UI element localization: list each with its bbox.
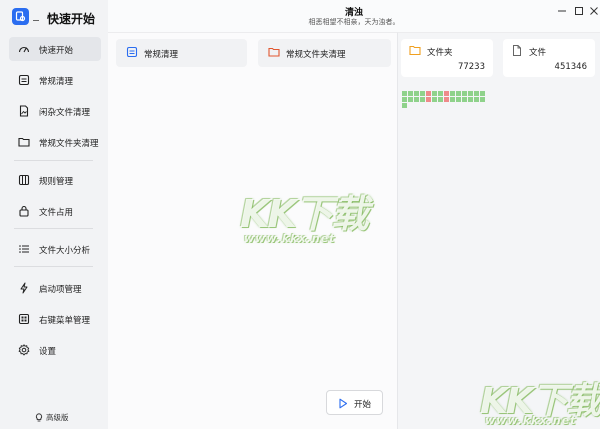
folder-icon (268, 47, 280, 57)
progress-cell (414, 91, 419, 96)
task-card-label: 常规清理 (144, 50, 179, 60)
progress-cell (468, 91, 473, 96)
watermark-url-corner: www.kkx.net (485, 414, 577, 427)
play-icon (339, 398, 348, 409)
close-icon[interactable] (588, 5, 600, 17)
progress-cell (414, 97, 419, 102)
sidebar-item-quick-start[interactable]: 快速开始 (9, 37, 101, 61)
progress-cell (408, 97, 413, 102)
lightbulb-icon (35, 413, 43, 422)
task-card-regular-clean[interactable]: 常规清理 (116, 39, 247, 67)
progress-cell (432, 91, 437, 96)
progress-cell (402, 103, 407, 108)
stat-card-folders: 文件夹 77233 (401, 39, 493, 77)
sidebar-item-label: 右键菜单管理 (39, 316, 91, 326)
sidebar-item-label: 文件占用 (39, 208, 74, 218)
progress-cell (450, 91, 455, 96)
progress-cell (438, 91, 443, 96)
progress-cell (444, 97, 449, 102)
progress-cell (468, 97, 473, 102)
task-card-folder-clean[interactable]: 常规文件夹清理 (258, 39, 391, 67)
progress-cell (402, 97, 407, 102)
progress-cell (474, 97, 479, 102)
progress-cell (438, 97, 443, 102)
progress-cell (480, 91, 485, 96)
lock-icon (19, 205, 29, 217)
app-window: 快速开始 快速开始 常规清理 闲杂文件清理 常规文件夹清理 规则管理 文件占用 … (0, 0, 600, 429)
sidebar: 快速开始 快速开始 常规清理 闲杂文件清理 常规文件夹清理 规则管理 文件占用 … (0, 0, 108, 429)
file-icon (513, 45, 521, 56)
sidebar-item-rules[interactable]: 规则管理 (9, 168, 101, 192)
sidebar-item-label: 设置 (39, 347, 57, 357)
window-subtitle: 相恶相望不相亲，天为浊者。 (308, 18, 400, 26)
sidebar-item-startup[interactable]: 启动项管理 (9, 276, 101, 300)
progress-cell (462, 91, 467, 96)
sidebar-item-label: 快速开始 (39, 46, 74, 56)
task-card-label: 常规文件夹清理 (286, 50, 346, 60)
lightning-icon (20, 282, 28, 294)
sidebar-item-misc-file-clean[interactable]: 闲杂文件清理 (9, 99, 101, 123)
sidebar-divider (14, 266, 93, 267)
sidebar-item-context-menu[interactable]: 右键菜单管理 (9, 307, 101, 331)
gauge-icon (18, 46, 30, 53)
sidebar-item-folder-clean[interactable]: 常规文件夹清理 (9, 130, 101, 154)
stat-value: 451346 (554, 62, 587, 72)
sidebar-divider (14, 228, 93, 229)
columns-icon (18, 174, 30, 186)
sidebar-item-label: 启动项管理 (39, 285, 82, 295)
logo-dash (33, 20, 39, 21)
folder-icon (18, 137, 30, 147)
stat-label: 文件夹 (427, 48, 453, 58)
watermark-logo: KK下载 (240, 192, 369, 236)
menu-grid-icon (18, 313, 30, 325)
start-button-label: 开始 (354, 400, 372, 410)
monitor-icon (126, 46, 138, 58)
sidebar-item-label: 常规清理 (39, 77, 74, 87)
progress-cell (474, 91, 479, 96)
progress-cell (408, 91, 413, 96)
progress-cell (444, 91, 449, 96)
progress-cell (420, 91, 425, 96)
progress-cell (426, 91, 431, 96)
progress-cell (426, 97, 431, 102)
progress-cell (432, 97, 437, 102)
progress-cell (456, 91, 461, 96)
folder-icon (409, 45, 421, 56)
app-logo-icon (12, 8, 29, 25)
gear-icon (18, 344, 30, 356)
sidebar-item-label: 文件大小分析 (39, 246, 91, 256)
progress-cell (456, 97, 461, 102)
sidebar-item-settings[interactable]: 设置 (9, 338, 101, 362)
monitor-icon (18, 74, 30, 86)
minimize-icon[interactable] (556, 5, 568, 17)
sidebar-item-label: 规则管理 (39, 177, 74, 187)
progress-cell (480, 97, 485, 102)
progress-cell (450, 97, 455, 102)
stat-value: 77233 (457, 62, 485, 72)
progress-cell (462, 97, 467, 102)
progress-cell (402, 91, 407, 96)
sidebar-divider (14, 160, 93, 161)
sidebar-item-size-analysis[interactable]: 文件大小分析 (9, 237, 101, 261)
start-button[interactable]: 开始 (326, 390, 383, 415)
file-image-icon (19, 105, 29, 117)
maximize-icon[interactable] (573, 5, 585, 17)
premium-label: 高级版 (46, 413, 69, 422)
sidebar-item-file-lock[interactable]: 文件占用 (9, 199, 101, 223)
premium-link[interactable]: 高级版 (35, 412, 69, 423)
sidebar-item-regular-clean[interactable]: 常规清理 (9, 68, 101, 92)
sidebar-item-label: 闲杂文件清理 (39, 108, 91, 118)
progress-cell (420, 97, 425, 102)
sidebar-item-label: 常规文件夹清理 (39, 139, 99, 149)
list-icon (19, 245, 29, 253)
stat-card-files: 文件 451346 (503, 39, 595, 77)
page-title: 快速开始 (47, 12, 96, 26)
stat-label: 文件 (529, 48, 547, 58)
watermark-url: www.kkx.net (244, 232, 336, 245)
